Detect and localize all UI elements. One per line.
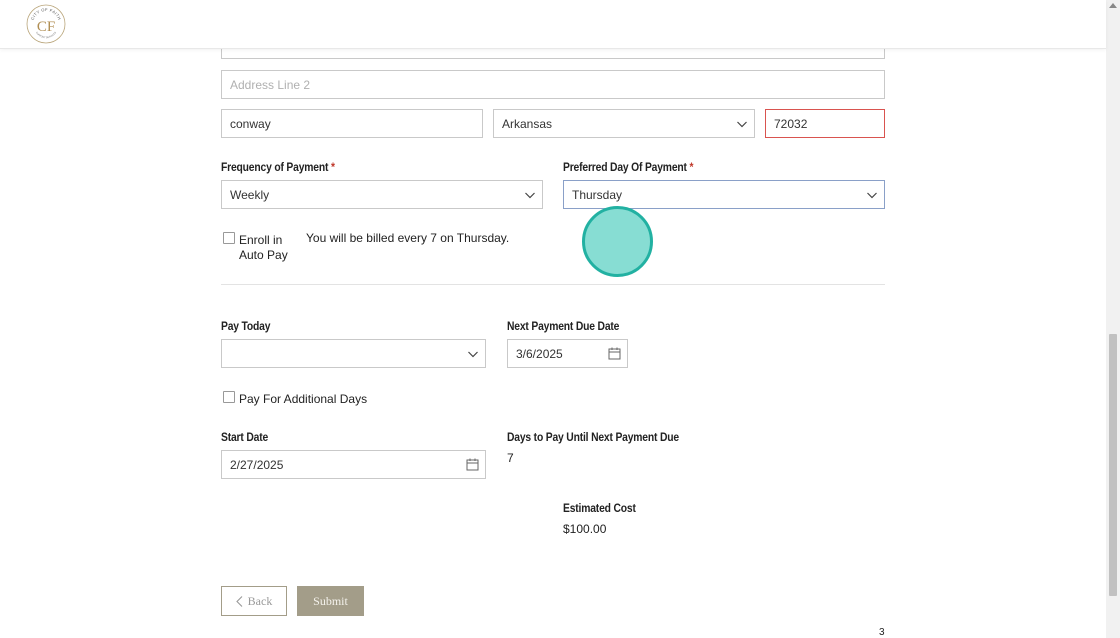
address-line2-placeholder: Address Line 2	[230, 77, 311, 92]
chevron-down-icon	[525, 192, 535, 199]
vertical-scrollbar[interactable]	[1106, 0, 1120, 638]
back-button[interactable]: Back	[221, 586, 287, 616]
click-indicator	[582, 206, 653, 277]
city-value: conway	[230, 116, 271, 131]
days-to-pay-value: 7	[507, 451, 514, 465]
scrollbar-thumb[interactable]	[1109, 334, 1117, 596]
additional-days-label: Pay For Additional Days	[239, 392, 368, 406]
next-payment-label: Next Payment Due Date	[507, 319, 620, 333]
zip-input[interactable]: 72032	[765, 109, 885, 138]
frequency-select[interactable]: Weekly	[221, 180, 543, 209]
back-button-label: Back	[247, 593, 273, 608]
svg-text:CF: CF	[37, 19, 55, 35]
address-line2-input[interactable]: Address Line 2	[221, 70, 885, 99]
autopay-checkbox[interactable]	[223, 232, 235, 244]
chevron-down-icon	[737, 121, 747, 128]
section-divider	[221, 284, 885, 285]
estimated-cost-value: $100.00	[563, 522, 607, 536]
start-date-value: 2/27/2025	[230, 457, 284, 472]
chevron-down-icon	[468, 351, 478, 358]
state-value: Arkansas	[502, 116, 553, 131]
calendar-icon[interactable]	[608, 347, 621, 360]
frequency-label: Frequency of Payment *	[221, 160, 335, 174]
next-payment-value: 3/6/2025	[516, 346, 563, 361]
zip-value: 72032	[774, 116, 808, 131]
chevron-left-icon	[235, 595, 243, 607]
preferred-day-value: Thursday	[572, 187, 623, 202]
additional-days-checkbox[interactable]	[223, 391, 235, 403]
required-marker: *	[689, 160, 694, 174]
submit-button-label: Submit	[313, 593, 348, 608]
autopay-label-line1: Enroll in	[239, 233, 283, 247]
days-to-pay-label: Days to Pay Until Next Payment Due	[507, 430, 679, 444]
city-input[interactable]: conway	[221, 109, 483, 138]
required-marker: *	[330, 160, 335, 174]
preferred-day-label: Preferred Day Of Payment *	[563, 160, 694, 174]
estimated-cost-label: Estimated Cost	[563, 501, 636, 515]
start-date-input[interactable]: 2/27/2025	[221, 450, 486, 479]
chevron-down-icon	[867, 192, 877, 199]
frequency-value: Weekly	[230, 187, 270, 202]
city-of-faith-logo[interactable]: CITY OF FAITH CF SUPPORT SERVICES	[26, 4, 66, 44]
preferred-day-select[interactable]: Thursday	[563, 180, 885, 209]
autopay-label-line2: Auto Pay	[239, 248, 288, 262]
scroll-up-arrow-icon[interactable]	[1109, 3, 1117, 8]
start-date-label: Start Date	[221, 430, 269, 444]
pay-today-select[interactable]	[221, 339, 486, 368]
page-number: 3	[879, 627, 885, 638]
pay-today-label: Pay Today	[221, 319, 271, 333]
billing-note: You will be billed every 7 on Thursday.	[306, 231, 510, 245]
calendar-icon[interactable]	[466, 458, 479, 471]
top-bar: CITY OF FAITH CF SUPPORT SERVICES	[0, 0, 1106, 49]
submit-button[interactable]: Submit	[297, 586, 364, 616]
state-select[interactable]: Arkansas	[493, 109, 755, 138]
next-payment-date-input[interactable]: 3/6/2025	[507, 339, 628, 368]
